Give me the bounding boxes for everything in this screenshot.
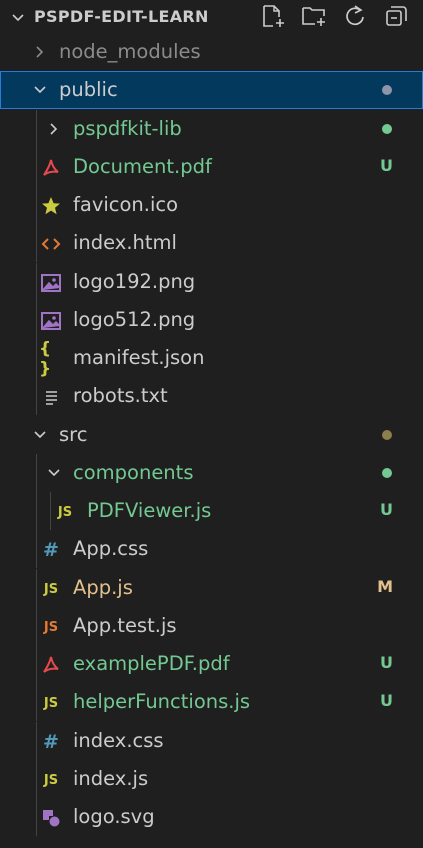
modified-badge: M bbox=[377, 577, 393, 596]
file-label: Document.pdf bbox=[73, 155, 212, 178]
svg-icon bbox=[40, 807, 62, 829]
indent-guide bbox=[50, 492, 51, 530]
modified-dot bbox=[382, 430, 392, 440]
indent-guide bbox=[36, 263, 37, 301]
text-file-icon bbox=[40, 386, 62, 408]
image-icon bbox=[40, 310, 62, 332]
tree-item-helper-functions[interactable]: JS helperFunctions.js U bbox=[0, 683, 423, 721]
tree-item-index-css[interactable]: # index.css bbox=[0, 722, 423, 760]
image-icon bbox=[40, 272, 62, 294]
untracked-dot bbox=[382, 124, 392, 134]
folder-label: pspdfkit-lib bbox=[73, 117, 182, 140]
pdf-icon bbox=[40, 157, 62, 179]
untracked-badge: U bbox=[380, 500, 393, 519]
indent-guide bbox=[36, 224, 37, 262]
indent-guide bbox=[36, 377, 37, 415]
hash-icon: # bbox=[43, 731, 59, 753]
html-icon bbox=[40, 233, 62, 255]
tree-item-manifest[interactable]: { } manifest.json bbox=[0, 339, 423, 379]
chevron-right-icon[interactable] bbox=[46, 121, 62, 137]
folder-label: components bbox=[73, 461, 194, 484]
js-icon: JS bbox=[43, 581, 59, 597]
indent-guide bbox=[36, 492, 37, 530]
tree-item-index-html[interactable]: index.html bbox=[0, 224, 423, 262]
file-label: logo.svg bbox=[73, 805, 155, 828]
indent-guide bbox=[36, 110, 37, 148]
new-folder-icon[interactable] bbox=[300, 3, 328, 29]
indent-guide bbox=[36, 798, 37, 836]
untracked-dot bbox=[382, 468, 392, 478]
explorer-header: PSPDF-EDIT-LEARN bbox=[0, 0, 423, 33]
untracked-badge: U bbox=[380, 691, 393, 710]
chevron-down-icon[interactable] bbox=[32, 427, 48, 443]
test-js-icon: JS bbox=[43, 619, 59, 635]
file-label: index.js bbox=[73, 767, 149, 790]
file-label: App.css bbox=[73, 537, 149, 560]
tree-item-robots[interactable]: robots.txt bbox=[0, 377, 423, 415]
file-label: favicon.ico bbox=[73, 193, 179, 216]
folder-label: public bbox=[59, 78, 118, 101]
file-label: helperFunctions.js bbox=[73, 690, 251, 713]
tree-item-public[interactable]: public bbox=[0, 71, 423, 109]
untracked-badge: U bbox=[380, 653, 393, 672]
untracked-badge: U bbox=[380, 156, 393, 175]
tree-item-node-modules[interactable]: node_modules bbox=[0, 33, 423, 71]
tree-item-logo192[interactable]: logo192.png bbox=[0, 263, 423, 301]
chevron-down-icon[interactable] bbox=[10, 9, 26, 25]
file-label: PDFViewer.js bbox=[87, 499, 212, 522]
indent-guide bbox=[36, 569, 37, 607]
indent-guide bbox=[36, 722, 37, 760]
tree-item-logo-svg[interactable]: logo.svg bbox=[0, 798, 423, 836]
indent-guide bbox=[36, 683, 37, 721]
file-label: robots.txt bbox=[73, 384, 168, 407]
indent-guide bbox=[36, 301, 37, 339]
file-label: index.html bbox=[73, 231, 177, 254]
json-icon: { } bbox=[39, 339, 51, 379]
tree-item-example-pdf[interactable]: examplePDF.pdf U bbox=[0, 645, 423, 683]
tree-item-logo512[interactable]: logo512.png bbox=[0, 301, 423, 339]
indent-guide bbox=[36, 454, 37, 492]
tree-item-app-js[interactable]: JS App.js M bbox=[0, 569, 423, 607]
chevron-down-icon[interactable] bbox=[32, 82, 48, 98]
pdf-icon bbox=[40, 654, 62, 676]
indent-guide bbox=[36, 530, 37, 568]
indent-guide bbox=[36, 607, 37, 645]
file-label: examplePDF.pdf bbox=[73, 652, 230, 675]
tree-item-index-js[interactable]: JS index.js bbox=[0, 760, 423, 798]
file-label: logo192.png bbox=[73, 270, 196, 293]
indent-guide bbox=[36, 760, 37, 798]
folder-label: src bbox=[59, 423, 88, 446]
indent-guide bbox=[36, 645, 37, 683]
hash-icon: # bbox=[43, 539, 59, 561]
chevron-down-icon[interactable] bbox=[46, 465, 62, 481]
file-label: App.js bbox=[73, 576, 133, 599]
indent-guide bbox=[36, 148, 37, 186]
collapse-all-icon[interactable] bbox=[383, 3, 411, 29]
folder-label: node_modules bbox=[59, 40, 201, 63]
file-label: logo512.png bbox=[73, 308, 196, 331]
file-label: manifest.json bbox=[73, 346, 205, 369]
star-icon bbox=[40, 195, 62, 217]
file-label: index.css bbox=[73, 729, 164, 752]
tree-item-favicon[interactable]: favicon.ico bbox=[0, 186, 423, 224]
js-icon: JS bbox=[43, 772, 59, 788]
new-file-icon[interactable] bbox=[259, 3, 287, 29]
explorer-title[interactable]: PSPDF-EDIT-LEARN bbox=[34, 7, 209, 26]
indent-guide bbox=[36, 339, 37, 377]
tree-item-pdfviewer[interactable]: JS PDFViewer.js U bbox=[0, 492, 423, 530]
tree-item-pspdfkit-lib[interactable]: pspdfkit-lib bbox=[0, 110, 423, 148]
js-icon: JS bbox=[57, 504, 73, 520]
refresh-icon[interactable] bbox=[341, 3, 369, 29]
tree-item-app-css[interactable]: # App.css bbox=[0, 530, 423, 568]
modified-dot bbox=[382, 85, 392, 95]
indent-guide bbox=[36, 186, 37, 224]
tree-item-src[interactable]: src bbox=[0, 416, 423, 454]
chevron-right-icon[interactable] bbox=[32, 44, 48, 60]
file-label: App.test.js bbox=[73, 614, 177, 637]
tree-item-components[interactable]: components bbox=[0, 454, 423, 492]
tree-item-document-pdf[interactable]: Document.pdf U bbox=[0, 148, 423, 186]
tree-item-app-test[interactable]: JS App.test.js bbox=[0, 607, 423, 645]
js-icon: JS bbox=[43, 695, 59, 711]
